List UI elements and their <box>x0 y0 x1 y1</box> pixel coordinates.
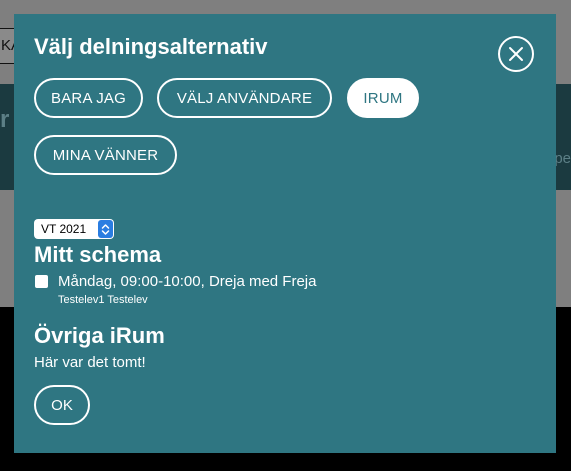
option-only-me-button[interactable]: BARA JAG <box>34 78 143 118</box>
background-banner-right-text: pe <box>554 150 571 167</box>
schedule-item-checkbox[interactable] <box>35 275 48 288</box>
close-x-icon <box>509 47 523 61</box>
option-irum-button[interactable]: IRUM <box>347 78 419 118</box>
share-options-modal: Välj delningsalternativ BARA JAG VÄLJ AN… <box>14 14 556 453</box>
option-select-users-button[interactable]: VÄLJ ANVÄNDARE <box>157 78 332 118</box>
term-select[interactable]: VT 2021 <box>34 219 114 239</box>
close-button[interactable] <box>498 36 534 72</box>
schedule-item-label: Måndag, 09:00-10:00, Dreja med Freja <box>58 273 317 290</box>
select-arrows-icon <box>98 220 113 238</box>
ok-button[interactable]: OK <box>34 385 90 425</box>
term-select-value: VT 2021 <box>41 222 87 236</box>
background-banner-text: r <box>0 106 10 133</box>
modal-title: Välj delningsalternativ <box>34 34 268 59</box>
other-rooms-empty-text: Här var det tomt! <box>34 354 146 371</box>
other-rooms-heading: Övriga iRum <box>34 323 165 348</box>
my-schedule-heading: Mitt schema <box>34 242 162 267</box>
schedule-item-owner: Testelev1 Testelev <box>58 294 148 306</box>
option-my-friends-button[interactable]: MINA VÄNNER <box>34 135 177 175</box>
schedule-item: Måndag, 09:00-10:00, Dreja med Freja <box>35 273 316 290</box>
